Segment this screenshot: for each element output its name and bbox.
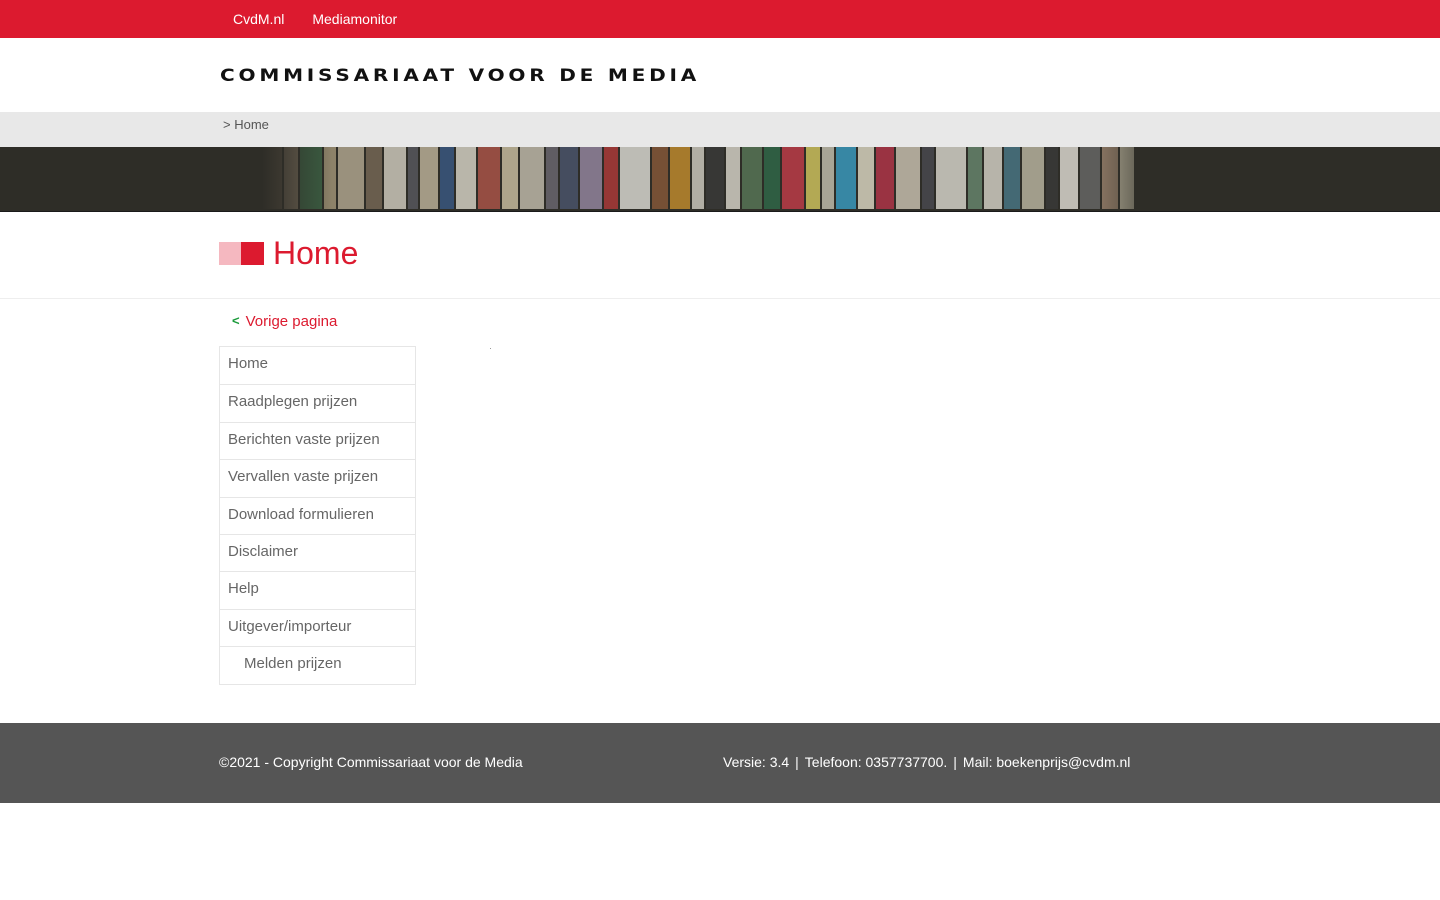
top-navigation-bar: CvdM.nl Mediamonitor bbox=[0, 0, 1440, 38]
footer-contact: Versie: 3.4 | Telefoon: 0357737700. | Mail: … bbox=[723, 754, 1131, 770]
top-link-cvdm[interactable]: CvdM.nl bbox=[219, 0, 298, 38]
sidebar-subitem-melden-prijzen[interactable]: Melden prijzen bbox=[220, 646, 415, 683]
sidebar-item-berichten-vaste-prijzen[interactable]: Berichten vaste prijzen bbox=[220, 421, 415, 459]
sidebar-item-home[interactable]: Home bbox=[220, 347, 415, 384]
page-title-area: Home bbox=[0, 212, 1440, 299]
sidebar-item-disclaimer[interactable]: Disclaimer bbox=[220, 533, 415, 571]
chevron-left-icon: < bbox=[232, 313, 240, 328]
sidebar-item-vervallen-vaste-prijzen[interactable]: Vervallen vaste prijzen bbox=[220, 459, 415, 496]
content-placeholder-dot bbox=[490, 348, 491, 349]
sidebar-item-download-formulieren[interactable]: Download formulieren bbox=[220, 496, 415, 534]
breadcrumb-bar: > Home bbox=[0, 112, 1440, 147]
sidebar-navigation: Home Raadplegen prijzen Berichten vaste … bbox=[219, 346, 416, 685]
footer-copyright: ©2021 - Copyright Commissariaat voor de … bbox=[219, 754, 523, 770]
site-footer: ©2021 - Copyright Commissariaat voor de … bbox=[0, 723, 1440, 803]
back-link-label: Vorige pagina bbox=[245, 312, 338, 330]
sidebar-item-uitgever-importeur[interactable]: Uitgever/importeur bbox=[220, 608, 415, 646]
top-link-mediamonitor[interactable]: Mediamonitor bbox=[298, 0, 411, 38]
top-links: CvdM.nl Mediamonitor bbox=[219, 0, 411, 38]
site-header: COMMISSARIAAT VOOR DE MEDIA bbox=[0, 38, 1440, 112]
title-marker-icon bbox=[219, 242, 264, 265]
back-link[interactable]: < Vorige pagina bbox=[232, 312, 337, 330]
bookshelf-banner bbox=[0, 147, 1440, 212]
footer-phone: Telefoon: 0357737700. bbox=[804, 754, 948, 770]
footer-mail[interactable]: Mail: boekenprijs@cvdm.nl bbox=[963, 754, 1131, 770]
footer-version: Versie: 3.4 bbox=[723, 754, 790, 770]
page-title: Home bbox=[273, 235, 359, 271]
bookshelf-image bbox=[262, 147, 1168, 211]
breadcrumb[interactable]: > Home bbox=[223, 112, 269, 137]
sidebar-item-raadplegen-prijzen[interactable]: Raadplegen prijzen bbox=[220, 384, 415, 421]
sidebar-item-help[interactable]: Help bbox=[220, 571, 415, 608]
site-logo[interactable]: COMMISSARIAAT VOOR DE MEDIA bbox=[220, 66, 700, 86]
